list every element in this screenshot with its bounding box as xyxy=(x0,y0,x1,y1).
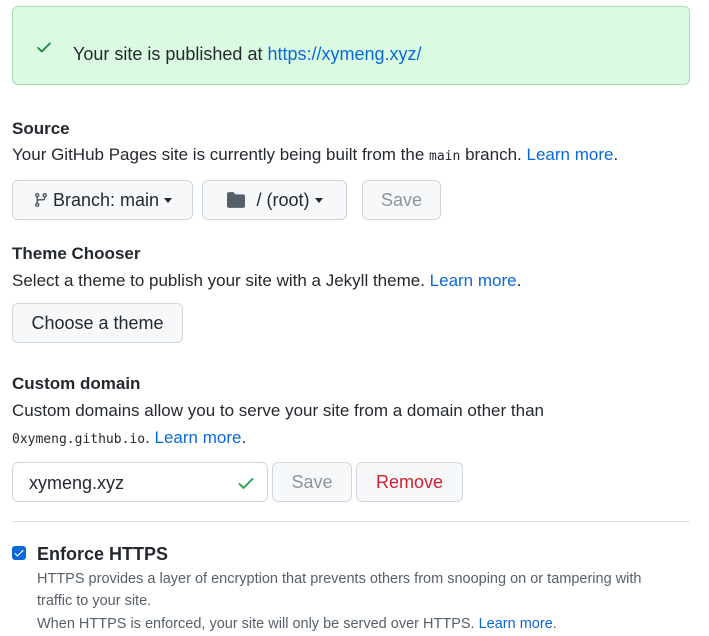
https-learn-more-link[interactable]: Learn more xyxy=(479,616,553,632)
chevron-down-icon xyxy=(164,197,173,203)
domain-learn-more-link[interactable]: Learn more xyxy=(155,428,242,447)
branch-select-button[interactable]: Branch: main xyxy=(12,180,193,220)
https-note-line-1: HTTPS provides a layer of encryption tha… xyxy=(37,571,642,587)
enforce-https-checkbox[interactable] xyxy=(12,546,26,560)
source-description: Your GitHub Pages site is currently bein… xyxy=(12,145,619,164)
checkmark-icon xyxy=(14,550,24,557)
theme-description: Select a theme to publish your site with… xyxy=(12,271,522,290)
custom-domain-description: Custom domains allow you to serve your s… xyxy=(12,401,544,420)
check-icon xyxy=(235,473,257,498)
site-url-link[interactable]: https://xymeng.xyz/ xyxy=(267,44,421,64)
folder-select-button[interactable]: / (root) xyxy=(202,180,347,220)
https-note-line-2: traffic to your site. xyxy=(37,593,152,609)
check-icon xyxy=(35,38,53,61)
folder-icon xyxy=(226,191,246,209)
domain-save-button[interactable]: Save xyxy=(272,462,352,502)
chevron-down-icon xyxy=(314,197,323,203)
custom-domain-value: xymeng.xyz xyxy=(29,473,125,493)
source-learn-more-link[interactable]: Learn more xyxy=(527,145,614,164)
custom-domain-input[interactable]: xymeng.xyz xyxy=(12,462,268,502)
flash-message: Your site is published at https://xymeng… xyxy=(73,44,422,64)
theme-learn-more-link[interactable]: Learn more xyxy=(430,271,517,290)
section-divider xyxy=(12,521,690,522)
domain-remove-button[interactable]: Remove xyxy=(356,462,463,502)
choose-theme-button[interactable]: Choose a theme xyxy=(12,303,183,343)
source-save-button[interactable]: Save xyxy=(362,180,441,220)
published-flash: Your site is published at https://xymeng… xyxy=(12,6,690,85)
https-note-line-3: When HTTPS is enforced, your site will o… xyxy=(37,616,557,632)
custom-domain-description-2: 0xymeng.github.io. Learn more. xyxy=(12,428,247,447)
git-branch-icon xyxy=(33,191,49,209)
default-domain-code: 0xymeng.github.io xyxy=(12,432,146,447)
custom-domain-heading: Custom domain xyxy=(12,374,141,393)
source-heading: Source xyxy=(12,119,70,138)
theme-heading: Theme Chooser xyxy=(12,244,141,263)
branch-code: main xyxy=(429,149,461,164)
enforce-https-label[interactable]: Enforce HTTPS xyxy=(37,544,168,565)
